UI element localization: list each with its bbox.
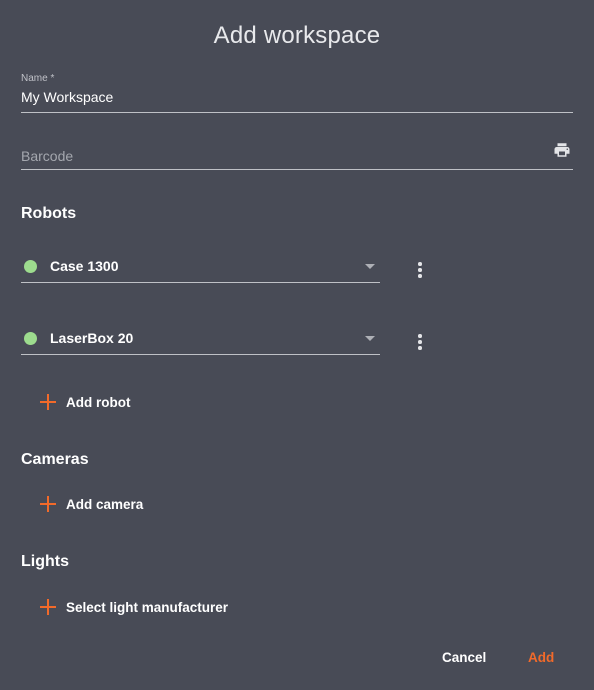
robot-status-dot bbox=[24, 260, 37, 273]
robot-1-more-options-icon[interactable] bbox=[410, 258, 430, 282]
dialog-title: Add workspace bbox=[213, 22, 381, 49]
chevron-down-icon[interactable] bbox=[365, 264, 375, 269]
plus-icon bbox=[40, 599, 56, 615]
add-button[interactable]: Add bbox=[528, 650, 554, 665]
name-field[interactable]: Name * My Workspace bbox=[21, 73, 573, 113]
name-field-underline bbox=[21, 112, 573, 113]
robot-2-more-options-icon[interactable] bbox=[410, 330, 430, 354]
robot-select-underline bbox=[21, 282, 380, 283]
cameras-section-title: Cameras bbox=[21, 451, 89, 468]
barcode-placeholder: Barcode bbox=[21, 148, 74, 164]
name-field-value[interactable]: My Workspace bbox=[21, 89, 573, 105]
name-field-label: Name * bbox=[21, 73, 55, 84]
chevron-down-icon[interactable] bbox=[365, 336, 375, 341]
robot-select-underline bbox=[21, 354, 380, 355]
add-camera-label: Add camera bbox=[66, 496, 144, 512]
robot-select-2[interactable]: LaserBox 20 bbox=[21, 323, 380, 355]
add-workspace-dialog: Add workspace Name * My Workspace Barcod… bbox=[0, 0, 594, 690]
robots-section-title: Robots bbox=[21, 205, 77, 222]
select-light-manufacturer-label: Select light manufacturer bbox=[66, 599, 229, 615]
print-icon[interactable] bbox=[553, 141, 571, 159]
lights-section-title: Lights bbox=[21, 553, 69, 570]
plus-icon bbox=[40, 394, 56, 410]
add-robot-label: Add robot bbox=[66, 394, 131, 410]
select-light-manufacturer-button[interactable]: Select light manufacturer bbox=[40, 597, 228, 617]
cancel-button[interactable]: Cancel bbox=[442, 650, 486, 665]
robot-select-label: Case 1300 bbox=[50, 258, 119, 274]
plus-icon bbox=[40, 496, 56, 512]
robot-select-label: LaserBox 20 bbox=[50, 330, 134, 346]
robot-status-dot bbox=[24, 332, 37, 345]
add-camera-button[interactable]: Add camera bbox=[40, 494, 143, 514]
add-robot-button[interactable]: Add robot bbox=[40, 392, 130, 412]
barcode-field[interactable]: Barcode bbox=[21, 143, 573, 170]
robot-select-1[interactable]: Case 1300 bbox=[21, 251, 380, 283]
barcode-field-underline bbox=[21, 169, 573, 170]
